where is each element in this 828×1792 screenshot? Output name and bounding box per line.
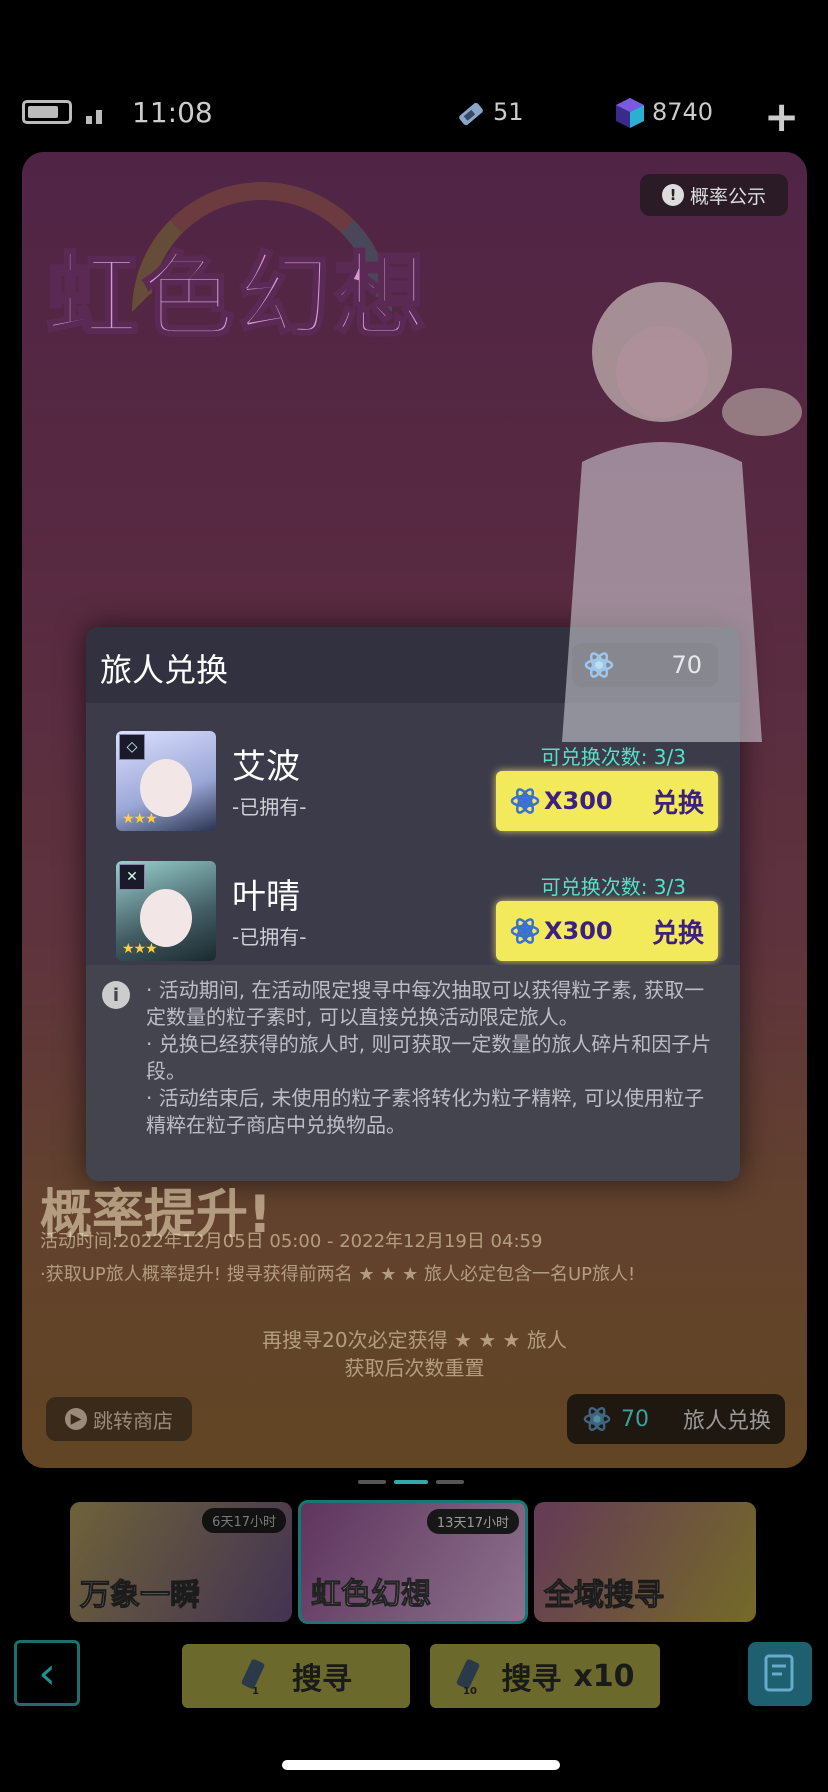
traveler-exchange-button[interactable]: 70 旅人兑换: [567, 1394, 785, 1444]
plus-icon[interactable]: +: [764, 92, 799, 141]
probability-label: 概率公示: [689, 185, 766, 208]
pity-reset-text: 获取后次数重置: [344, 1356, 485, 1380]
ticket-icon: 1: [241, 1659, 265, 1696]
avatar: ◇ ★★★: [116, 731, 216, 831]
status-bar: 11:08 51 8740 +: [0, 78, 828, 148]
owned-status: -已拥有-: [232, 925, 307, 949]
tab-label: 全域搜寻: [544, 1578, 665, 1614]
ticket-icon: [459, 102, 483, 126]
battery-icon: [22, 100, 72, 124]
exchange-label: 旅人兑换: [683, 1409, 772, 1434]
svg-text:10: 10: [463, 1686, 477, 1696]
banner-tabs: 6天17小时 万象一瞬 13天17小时 虹色幻想 全域搜寻: [70, 1500, 756, 1626]
info-line: · 兑换已经获得的旅人时, 则可获取一定数量的旅人碎片和因子片段。: [146, 1032, 712, 1083]
search-multiplier: x10: [573, 1658, 635, 1694]
banner-title: 虹色幻想: [44, 242, 431, 352]
tab-banner-3[interactable]: 全域搜寻: [534, 1502, 756, 1622]
home-indicator: [282, 1760, 560, 1770]
tab-label: 虹色幻想: [311, 1577, 432, 1613]
notes-glyph: [764, 1654, 794, 1692]
exchange-count: 70: [621, 1406, 649, 1432]
exchange-cost: X300: [544, 917, 613, 945]
info-line: · 活动期间, 在活动限定搜寻中每次抽取可以获得粒子素, 获取一定数量的粒子素时…: [146, 978, 705, 1029]
banner-pager: [358, 1480, 464, 1484]
back-icon: ‹: [38, 1647, 56, 1699]
character-artwork: [562, 282, 802, 742]
gem-icon: [616, 98, 644, 128]
search-label: 搜寻: [292, 1662, 352, 1697]
tab-banner-1[interactable]: 6天17小时 万象一瞬: [70, 1502, 292, 1622]
exchange-info: i · 活动期间, 在活动限定搜寻中每次抽取可以获得粒子素, 获取一定数量的粒子…: [86, 965, 740, 1181]
avatar: ✕ ★★★: [116, 861, 216, 961]
exchange-remaining: 可兑换次数: 3/3: [540, 875, 686, 899]
probability-button[interactable]: ! 概率公示: [640, 174, 788, 216]
jump-shop-button[interactable]: ▶ 跳转商店: [46, 1397, 192, 1441]
ticket-icon: 10: [457, 1659, 480, 1696]
tab-timer: 13天17小时: [426, 1509, 519, 1534]
info-line: · 活动结束后, 未使用的粒子素将转化为粒子精粹, 可以使用粒子精粹在粒子商店中…: [146, 1086, 705, 1137]
svg-text:1: 1: [252, 1686, 259, 1696]
atom-icon: [510, 918, 540, 944]
info-icon: i: [102, 981, 130, 1009]
tab-label: 万象一瞬: [80, 1578, 201, 1614]
exchange-button[interactable]: X300 兑换: [496, 771, 718, 831]
character-name: 艾波: [232, 747, 300, 787]
exchange-cost: X300: [544, 787, 613, 815]
exchange-button[interactable]: X300 兑换: [496, 901, 718, 961]
character-name: 叶晴: [232, 877, 300, 917]
atom-icon: [510, 788, 540, 814]
back-button[interactable]: ‹: [14, 1640, 80, 1706]
class-icon: ✕: [119, 864, 145, 890]
atom-icon: [583, 1407, 611, 1431]
exchange-label: 兑换: [651, 788, 704, 819]
arrow-right-icon: ▶: [65, 1408, 87, 1430]
search-single-button[interactable]: 1 搜寻: [182, 1644, 410, 1708]
pity-counter-text: 再搜寻20次必定获得 ★ ★ ★ 旅人: [262, 1328, 567, 1352]
alert-icon: !: [661, 184, 684, 206]
event-time: 活动时间:2022年12月05日 05:00 - 2022年12月19日 04:…: [40, 1231, 543, 1252]
class-icon: ◇: [119, 734, 145, 760]
rarity-stars: ★★★: [122, 811, 158, 827]
signal-icon: [86, 106, 108, 124]
tab-timer: 6天17小时: [202, 1508, 286, 1533]
ticket-count: 51: [493, 98, 524, 126]
tab-banner-2[interactable]: 13天17小时 虹色幻想: [298, 1500, 528, 1624]
exchange-label: 兑换: [651, 918, 704, 949]
exchange-row: ✕ ★★★ 叶晴 -已拥有- 可兑换次数: 3/3 X300 兑换: [86, 847, 740, 977]
clock: 11:08: [132, 96, 213, 129]
search-ten-button[interactable]: 10 搜寻 x10: [430, 1644, 660, 1708]
exchange-remaining: 可兑换次数: 3/3: [540, 745, 686, 769]
notes-icon[interactable]: [748, 1642, 812, 1706]
gem-count: 8740: [652, 98, 714, 126]
owned-status: -已拥有-: [232, 795, 307, 819]
rarity-stars: ★★★: [122, 941, 158, 957]
search-label: 搜寻: [501, 1662, 562, 1697]
modal-title: 旅人兑换: [100, 651, 229, 689]
rate-up-description: ·获取UP旅人概率提升! 搜寻获得前两名 ★ ★ ★ 旅人必定包含一名UP旅人!: [40, 1264, 636, 1285]
jump-shop-label: 跳转商店: [93, 1408, 173, 1433]
